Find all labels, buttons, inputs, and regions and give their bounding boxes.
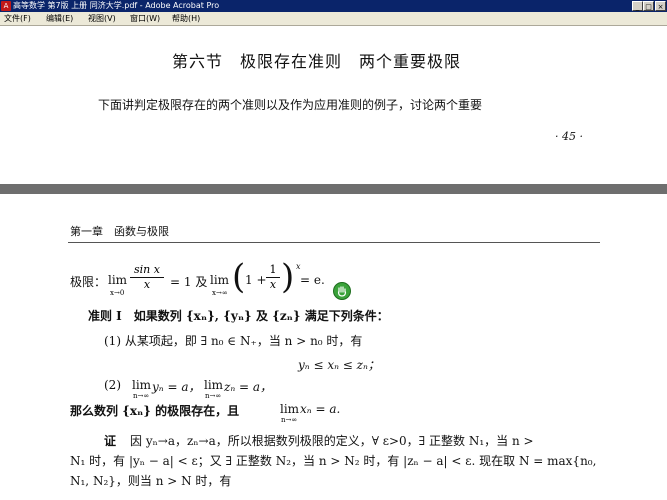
sin-fraction: sin x x: [130, 264, 164, 291]
lim-operator: lim: [210, 273, 230, 287]
condition-1: (1) 从某项起，即 ∃ n₀ ∈ N₊，当 n > n₀ 时，有: [104, 334, 363, 348]
condition-1-formula: yₙ ≤ xₙ ≤ zₙ；: [298, 358, 380, 372]
lim-subscript: x→0: [110, 289, 125, 297]
sin-fraction-numerator: sin x: [134, 263, 160, 276]
document-page-45: 第六节 极限存在准则 两个重要极限 下面讲判定极限存在的两个准则以及作为应用准则…: [0, 26, 667, 184]
sin-fraction-denominator: x: [143, 278, 151, 291]
menu-file[interactable]: 文件(F): [4, 12, 31, 25]
hand-cursor-icon: [333, 282, 351, 300]
lim-operator: lim: [204, 378, 224, 392]
paren-close: ): [281, 257, 295, 297]
lim-subscript: n→∞: [281, 416, 298, 424]
proof-line-1: 因 yₙ→a，zₙ→a，所以根据数列极限的定义，∀ ε>0，∃ 正整数 N₁，当…: [130, 434, 534, 448]
conclusion: 那么数列 {xₙ} 的极限存在，且: [70, 404, 240, 418]
header-rule: [68, 242, 600, 243]
equals-one-and: = 1 及: [170, 275, 208, 289]
menu-view[interactable]: 视图(V): [88, 12, 116, 25]
lim-operator: lim: [132, 378, 152, 392]
section-heading: 第六节 极限存在准则 两个重要极限: [172, 52, 462, 71]
equals-e: = e.: [300, 273, 325, 287]
condition-2-y: yₙ = a，: [152, 380, 201, 394]
hand-glyph: [337, 286, 347, 297]
conclusion-limit: xₙ = a.: [300, 402, 341, 416]
reciprocal-numerator: 1: [269, 263, 277, 276]
intro-paragraph: 下面讲判定极限存在的两个准则以及作为应用准则的例子，讨论两个重要: [98, 98, 483, 112]
exponent: x: [296, 262, 301, 271]
lim-operator: lim: [108, 273, 128, 287]
close-button[interactable]: ×: [655, 1, 666, 11]
acrobat-app-icon: A: [1, 1, 11, 11]
lim-subscript: n→∞: [205, 392, 222, 400]
reciprocal-fraction: 1 x: [266, 264, 280, 291]
page-gap: [0, 184, 667, 194]
lim-subscript: n→∞: [133, 392, 150, 400]
running-head: 第一章 函数与极限: [70, 225, 169, 238]
reciprocal-denominator: x: [269, 278, 277, 291]
maximize-button[interactable]: □: [643, 1, 654, 11]
proof-line-3: N₁, N₂}，则当 n > N 时，有: [70, 474, 232, 488]
menu-help[interactable]: 帮助(H): [172, 12, 200, 25]
menu-edit[interactable]: 编辑(E): [46, 12, 73, 25]
menu-window[interactable]: 窗口(W): [130, 12, 160, 25]
document-page-46: 第一章 函数与极限 极限： lim x→0 sin x x = 1 及 lim …: [0, 194, 667, 500]
proof-line-2: N₁ 时，有 |yₙ − a| < ε；又 ∃ 正整数 N₂，当 n > N₂ …: [70, 454, 597, 468]
page-number: · 45 ·: [555, 130, 583, 143]
minimize-button[interactable]: _: [632, 1, 643, 11]
condition-2-label: (2): [104, 378, 121, 392]
one-plus: 1 +: [245, 273, 267, 287]
lim-operator: lim: [280, 402, 300, 416]
criterion-title: 准则 I 如果数列 {xₙ}, {yₙ} 及 {zₙ} 满足下列条件：: [88, 309, 389, 323]
limits-prefix: 极限：: [70, 275, 107, 289]
proof-label: 证: [104, 434, 117, 448]
window-title: 高等数学 第7版 上册 同济大学.pdf - Adobe Acrobat Pro: [13, 1, 220, 10]
title-bar: A 高等数学 第7版 上册 同济大学.pdf - Adobe Acrobat P…: [0, 0, 667, 12]
condition-2-z: zₙ = a，: [224, 380, 273, 394]
paren-open: (: [232, 257, 246, 297]
menu-bar: 文件(F) 编辑(E) 视图(V) 窗口(W) 帮助(H): [0, 12, 667, 26]
lim-subscript: x→∞: [212, 289, 228, 297]
